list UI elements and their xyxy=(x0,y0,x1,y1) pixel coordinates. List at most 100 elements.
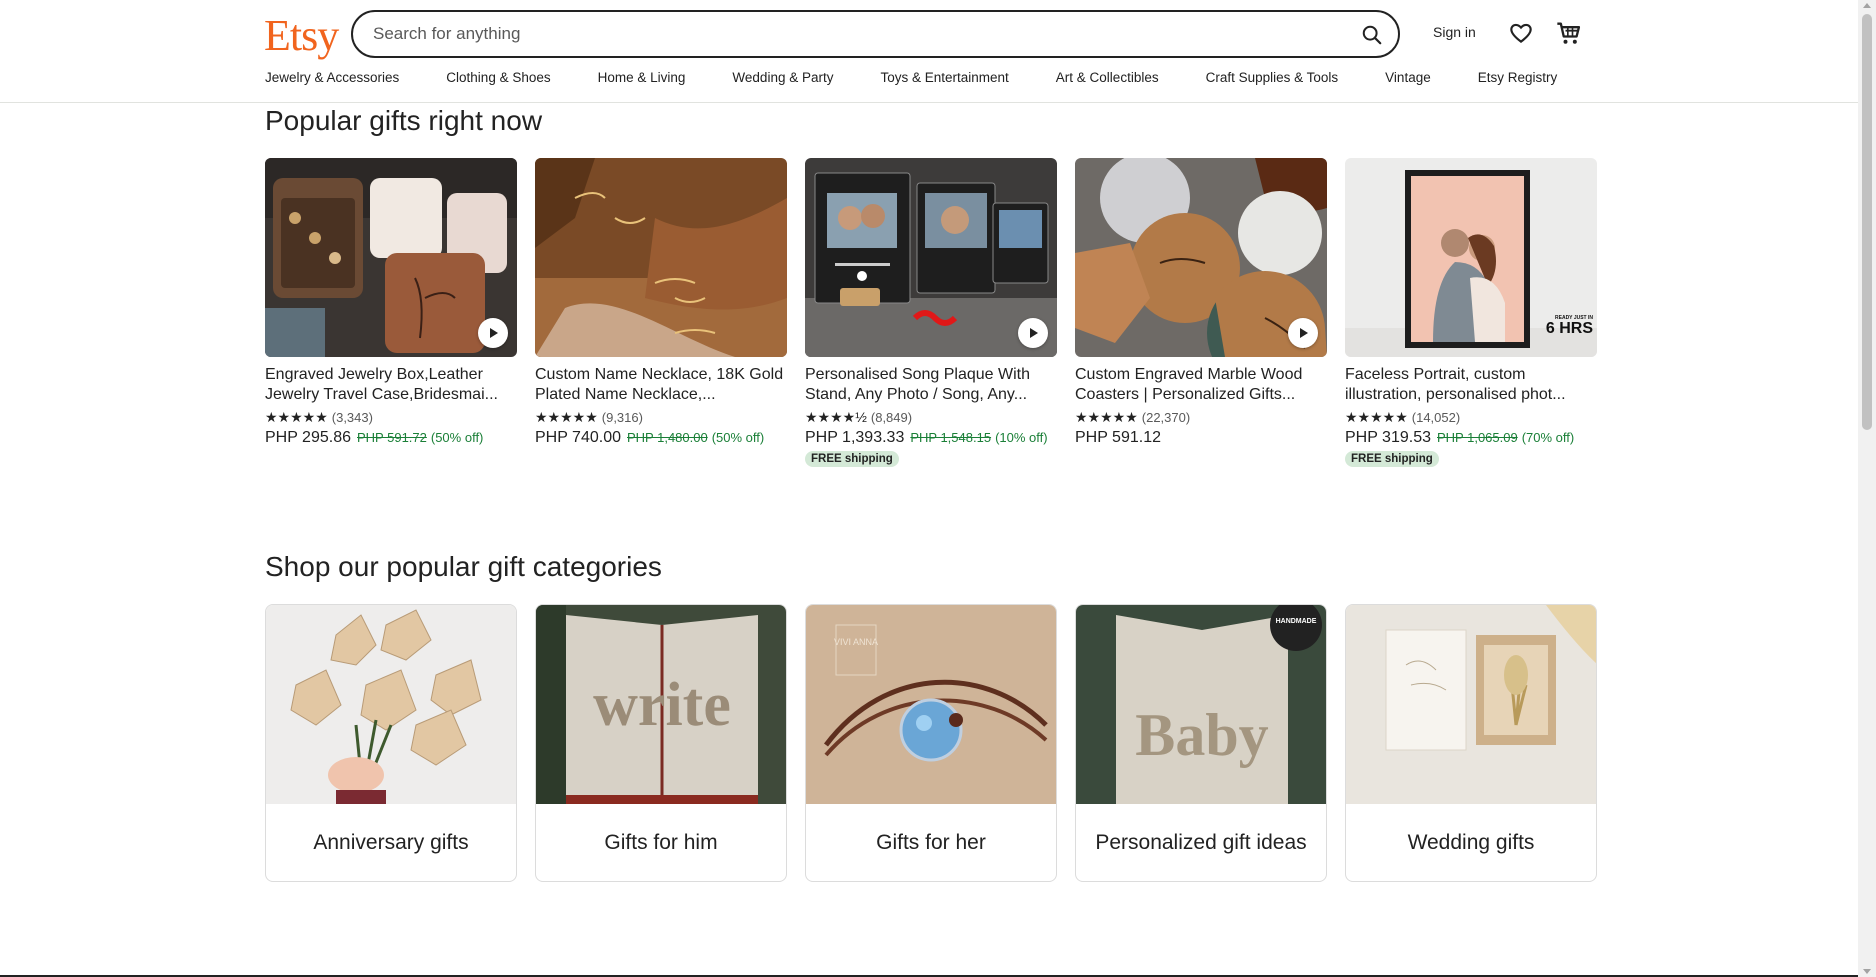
listing-card[interactable]: Custom Name Necklace, 18K Gold Plated Na… xyxy=(535,158,787,467)
original-price: PHP 591.72 xyxy=(357,430,427,445)
popular-gifts-list: Engraved Jewelry Box,Leather Jewelry Tra… xyxy=(265,158,1597,467)
favorites-button[interactable] xyxy=(1508,20,1534,46)
category-image: write xyxy=(536,605,786,804)
category-image xyxy=(1346,605,1596,804)
review-count: (3,343) xyxy=(331,410,373,425)
discount: (50% off) xyxy=(711,430,765,445)
listing-card[interactable]: READY JUST IN 6 HRS Faceless Portrait, c… xyxy=(1345,158,1597,467)
nav-jewelry-accessories[interactable]: Jewelry & Accessories xyxy=(265,70,399,85)
play-icon xyxy=(490,328,498,338)
listing-price-row: PHP 319.53 PHP 1,065.09 (70% off) xyxy=(1345,429,1597,447)
svg-text:VIVI ANNA: VIVI ANNA xyxy=(834,637,878,647)
scroll-up-arrow-icon[interactable] xyxy=(1863,3,1871,8)
sale-price: PHP 591.12 xyxy=(1075,429,1161,446)
listing-title: Engraved Jewelry Box,Leather Jewelry Tra… xyxy=(265,366,498,403)
sale-price: PHP 319.53 xyxy=(1345,429,1431,446)
listing-rating: ★★★★½ (8,849) xyxy=(805,409,1057,426)
sale-price: PHP 295.86 xyxy=(265,429,351,446)
listing-image xyxy=(535,158,787,357)
star-rating: ★★★★★ xyxy=(265,409,328,425)
category-card-personalized[interactable]: Baby HANDMADE Personalized gift ideas xyxy=(1075,604,1327,882)
star-rating: ★★★★★ xyxy=(535,409,598,425)
listing-title: Personalised Song Plaque With Stand, Any… xyxy=(805,366,1031,403)
category-label: Wedding gifts xyxy=(1407,831,1535,854)
cart-icon xyxy=(1557,22,1581,44)
star-rating: ★★★★★ xyxy=(1345,409,1408,425)
nav-craft-supplies-tools[interactable]: Craft Supplies & Tools xyxy=(1206,70,1339,85)
category-card-wedding[interactable]: Wedding gifts xyxy=(1345,604,1597,882)
page-scrollbar[interactable] xyxy=(1858,0,1876,977)
svg-text:HANDMADE: HANDMADE xyxy=(1276,618,1317,625)
category-nav: Jewelry & Accessories Clothing & Shoes H… xyxy=(265,70,1604,85)
original-price: PHP 1,480.00 xyxy=(627,430,708,445)
listing-card[interactable]: Custom Engraved Marble Wood Coasters | P… xyxy=(1075,158,1327,467)
search-button[interactable] xyxy=(1356,19,1388,51)
listing-image: READY JUST IN 6 HRS xyxy=(1345,158,1597,357)
listing-title: Faceless Portrait, custom illustration, … xyxy=(1345,366,1566,403)
category-image: Baby HANDMADE xyxy=(1076,605,1326,804)
review-count: (8,849) xyxy=(870,410,913,425)
play-video-button[interactable] xyxy=(1288,318,1318,348)
review-count: (22,370) xyxy=(1141,410,1191,425)
play-video-button[interactable] xyxy=(1018,318,1048,348)
listing-price-row: PHP 740.00 PHP 1,480.00 (50% off) xyxy=(535,429,787,447)
free-shipping-badge: FREE shipping xyxy=(805,451,899,467)
search-bar xyxy=(351,10,1400,58)
scrollbar-thumb[interactable] xyxy=(1862,14,1872,430)
listing-price-row: PHP 295.86 PHP 591.72 (50% off) xyxy=(265,429,517,447)
free-shipping-badge: FREE shipping xyxy=(1345,451,1439,467)
svg-text:write: write xyxy=(593,671,731,739)
star-rating: ★★★★★ xyxy=(1075,409,1138,425)
popular-gifts-title: Popular gifts right now xyxy=(265,105,543,136)
play-icon xyxy=(1300,328,1308,338)
listing-rating: ★★★★★ (14,052) xyxy=(1345,409,1597,426)
review-count: (9,316) xyxy=(601,410,643,425)
ready-badge: READY JUST IN 6 HRS xyxy=(1545,315,1593,337)
category-label: Personalized gift ideas xyxy=(1095,831,1307,854)
listing-card[interactable]: Personalised Song Plaque With Stand, Any… xyxy=(805,158,1057,467)
category-label: Gifts for him xyxy=(604,831,718,854)
review-count: (14,052) xyxy=(1411,410,1461,425)
discount: (70% off) xyxy=(1521,430,1575,445)
play-icon xyxy=(1030,328,1038,338)
nav-wedding-party[interactable]: Wedding & Party xyxy=(732,70,833,85)
listing-image xyxy=(805,158,1057,357)
listing-image xyxy=(265,158,517,357)
category-card-anniversary[interactable]: Anniversary gifts xyxy=(265,604,517,882)
listing-rating: ★★★★★ (9,316) xyxy=(535,409,787,426)
category-label: Anniversary gifts xyxy=(313,831,469,854)
cart-button[interactable] xyxy=(1555,19,1583,47)
nav-etsy-registry[interactable]: Etsy Registry xyxy=(1478,70,1558,85)
category-card-gifts-for-him[interactable]: write Gifts for him xyxy=(535,604,787,882)
nav-home-living[interactable]: Home & Living xyxy=(598,70,686,85)
svg-text:Baby: Baby xyxy=(1135,702,1268,768)
play-video-button[interactable] xyxy=(478,318,508,348)
listing-rating: ★★★★★ (3,343) xyxy=(265,409,517,426)
listing-title: Custom Name Necklace, 18K Gold Plated Na… xyxy=(535,366,784,403)
category-image: VIVI ANNA xyxy=(806,605,1056,804)
search-icon xyxy=(1362,25,1382,45)
original-price: PHP 1,548.15 xyxy=(910,430,992,445)
listing-card[interactable]: Engraved Jewelry Box,Leather Jewelry Tra… xyxy=(265,158,517,467)
listing-rating: ★★★★★ (22,370) xyxy=(1075,409,1327,426)
star-rating: ★★★★½ xyxy=(805,409,867,425)
listing-title: Custom Engraved Marble Wood Coasters | P… xyxy=(1075,366,1303,403)
listing-price-row: PHP 591.12 xyxy=(1075,429,1327,447)
discount: (10% off) xyxy=(995,430,1048,445)
search-input[interactable] xyxy=(353,24,1313,44)
nav-clothing-shoes[interactable]: Clothing & Shoes xyxy=(446,70,550,85)
nav-art-collectibles[interactable]: Art & Collectibles xyxy=(1056,70,1159,85)
gift-categories-list: Anniversary gifts write Gifts for him VI… xyxy=(265,604,1597,882)
site-header: Etsy Sign in Jewelry & Accessories Cloth… xyxy=(0,0,1858,103)
sale-price: PHP 740.00 xyxy=(535,429,621,446)
discount: (50% off) xyxy=(430,430,484,445)
listing-image xyxy=(1075,158,1327,357)
listing-price-row: PHP 1,393.33 PHP 1,548.15 (10% off) xyxy=(805,429,1057,447)
nav-toys-entertainment[interactable]: Toys & Entertainment xyxy=(880,70,1008,85)
etsy-logo[interactable]: Etsy xyxy=(264,10,339,61)
category-card-gifts-for-her[interactable]: VIVI ANNA Gifts for her xyxy=(805,604,1057,882)
scroll-down-arrow-icon[interactable] xyxy=(1863,969,1871,974)
nav-vintage[interactable]: Vintage xyxy=(1385,70,1431,85)
sign-in-link[interactable]: Sign in xyxy=(1433,24,1476,40)
original-price: PHP 1,065.09 xyxy=(1437,430,1518,445)
